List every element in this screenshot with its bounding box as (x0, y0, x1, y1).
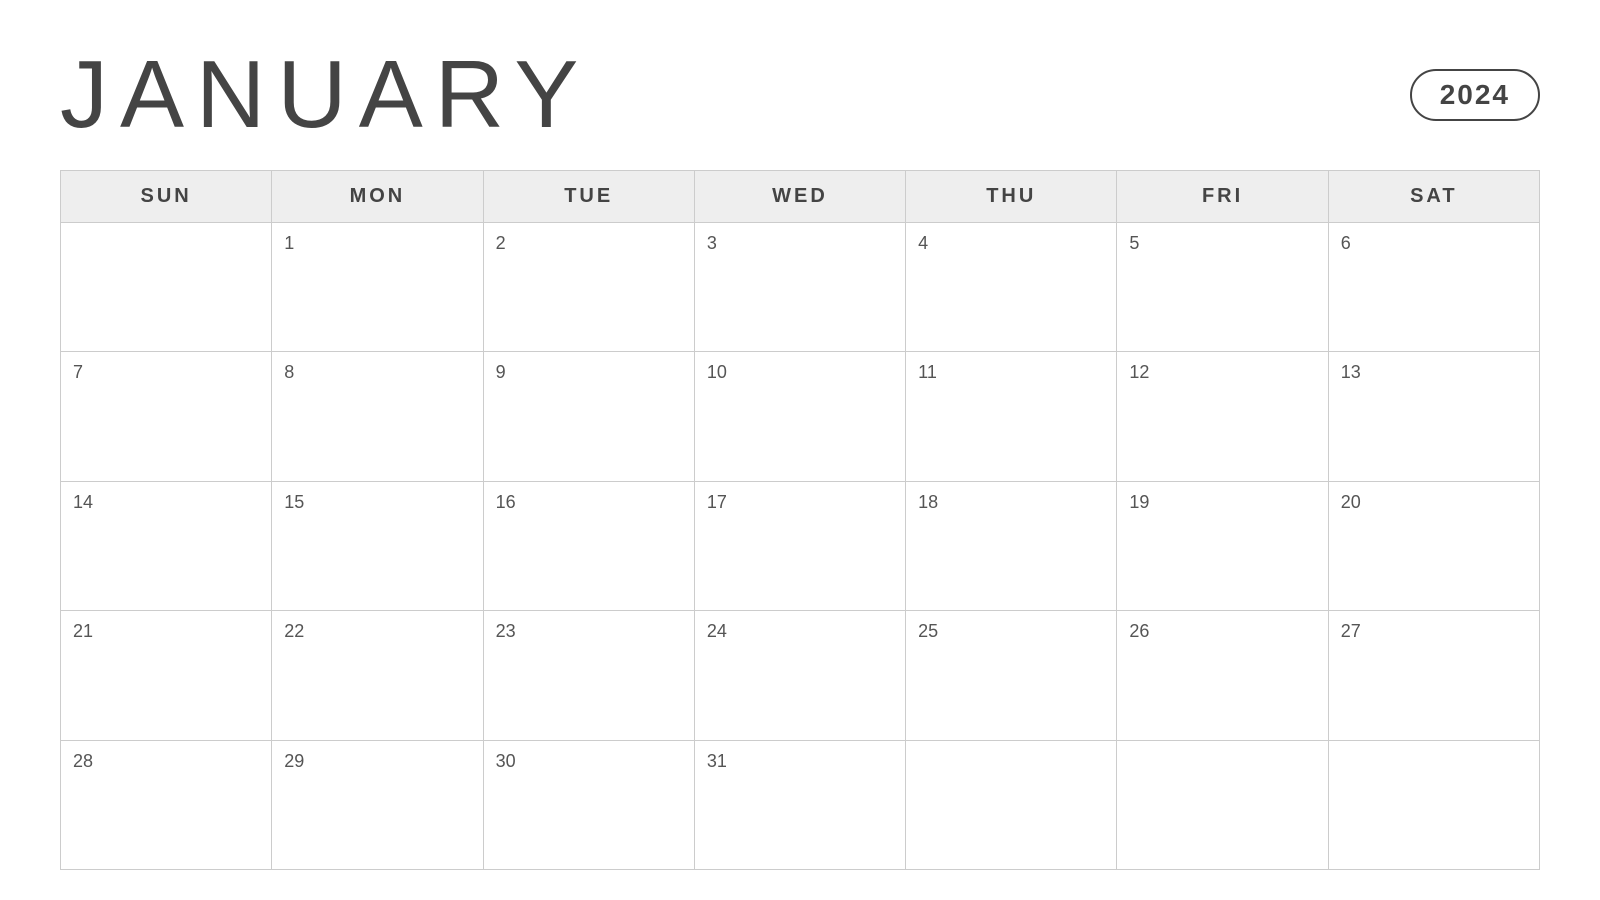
day-cell-0-3: 3 (695, 223, 906, 352)
day-number-5: 5 (1129, 233, 1139, 254)
day-number-21: 21 (73, 621, 93, 642)
day-number-22: 22 (284, 621, 304, 642)
day-number-24: 24 (707, 621, 727, 642)
calendar-grid: SUNMONTUEWEDTHUFRISAT1234567891011121314… (60, 170, 1540, 870)
weekday-header-mon: MON (272, 171, 483, 223)
day-cell-2-4: 18 (906, 482, 1117, 611)
day-number-18: 18 (918, 492, 938, 513)
weekday-header-sat: SAT (1329, 171, 1540, 223)
day-cell-2-5: 19 (1117, 482, 1328, 611)
day-cell-4-2: 30 (484, 741, 695, 870)
day-number-12: 12 (1129, 362, 1149, 383)
day-number-19: 19 (1129, 492, 1149, 513)
day-number-29: 29 (284, 751, 304, 772)
day-number-10: 10 (707, 362, 727, 383)
day-cell-4-6 (1329, 741, 1540, 870)
day-number-25: 25 (918, 621, 938, 642)
day-cell-1-4: 11 (906, 352, 1117, 481)
day-cell-3-2: 23 (484, 611, 695, 740)
day-number-3: 3 (707, 233, 717, 254)
day-cell-0-5: 5 (1117, 223, 1328, 352)
day-number-13: 13 (1341, 362, 1361, 383)
day-cell-0-1: 1 (272, 223, 483, 352)
day-cell-1-0: 7 (61, 352, 272, 481)
year-badge: 2024 (1410, 69, 1540, 121)
day-cell-4-4 (906, 741, 1117, 870)
day-cell-0-6: 6 (1329, 223, 1540, 352)
day-cell-0-2: 2 (484, 223, 695, 352)
day-number-28: 28 (73, 751, 93, 772)
day-number-11: 11 (918, 362, 937, 383)
day-number-6: 6 (1341, 233, 1351, 254)
day-cell-4-0: 28 (61, 741, 272, 870)
day-number-4: 4 (918, 233, 928, 254)
day-number-14: 14 (73, 492, 93, 513)
day-cell-0-4: 4 (906, 223, 1117, 352)
weekday-header-thu: THU (906, 171, 1117, 223)
day-cell-3-1: 22 (272, 611, 483, 740)
day-cell-2-6: 20 (1329, 482, 1540, 611)
day-cell-1-3: 10 (695, 352, 906, 481)
weekday-header-wed: WED (695, 171, 906, 223)
day-number-31: 31 (707, 751, 727, 772)
day-number-7: 7 (73, 362, 83, 383)
day-number-17: 17 (707, 492, 727, 513)
weekday-header-sun: SUN (61, 171, 272, 223)
weekday-header-fri: FRI (1117, 171, 1328, 223)
day-number-23: 23 (496, 621, 516, 642)
day-cell-4-5 (1117, 741, 1328, 870)
day-cell-3-0: 21 (61, 611, 272, 740)
day-number-15: 15 (284, 492, 304, 513)
day-number-20: 20 (1341, 492, 1361, 513)
day-cell-3-3: 24 (695, 611, 906, 740)
day-cell-3-5: 26 (1117, 611, 1328, 740)
day-number-1: 1 (284, 233, 294, 254)
day-cell-4-3: 31 (695, 741, 906, 870)
day-cell-3-4: 25 (906, 611, 1117, 740)
day-cell-4-1: 29 (272, 741, 483, 870)
day-cell-1-6: 13 (1329, 352, 1540, 481)
day-cell-2-2: 16 (484, 482, 695, 611)
day-cell-0-0 (61, 223, 272, 352)
day-number-8: 8 (284, 362, 294, 383)
calendar-header: JANUARY 2024 (60, 40, 1540, 150)
month-title: JANUARY (60, 40, 590, 150)
day-cell-2-1: 15 (272, 482, 483, 611)
day-number-27: 27 (1341, 621, 1361, 642)
day-number-16: 16 (496, 492, 516, 513)
weekday-header-tue: TUE (484, 171, 695, 223)
day-cell-2-0: 14 (61, 482, 272, 611)
day-number-30: 30 (496, 751, 516, 772)
day-number-2: 2 (496, 233, 506, 254)
day-cell-1-2: 9 (484, 352, 695, 481)
day-cell-1-1: 8 (272, 352, 483, 481)
day-cell-2-3: 17 (695, 482, 906, 611)
day-cell-3-6: 27 (1329, 611, 1540, 740)
day-number-9: 9 (496, 362, 506, 383)
day-cell-1-5: 12 (1117, 352, 1328, 481)
day-number-26: 26 (1129, 621, 1149, 642)
